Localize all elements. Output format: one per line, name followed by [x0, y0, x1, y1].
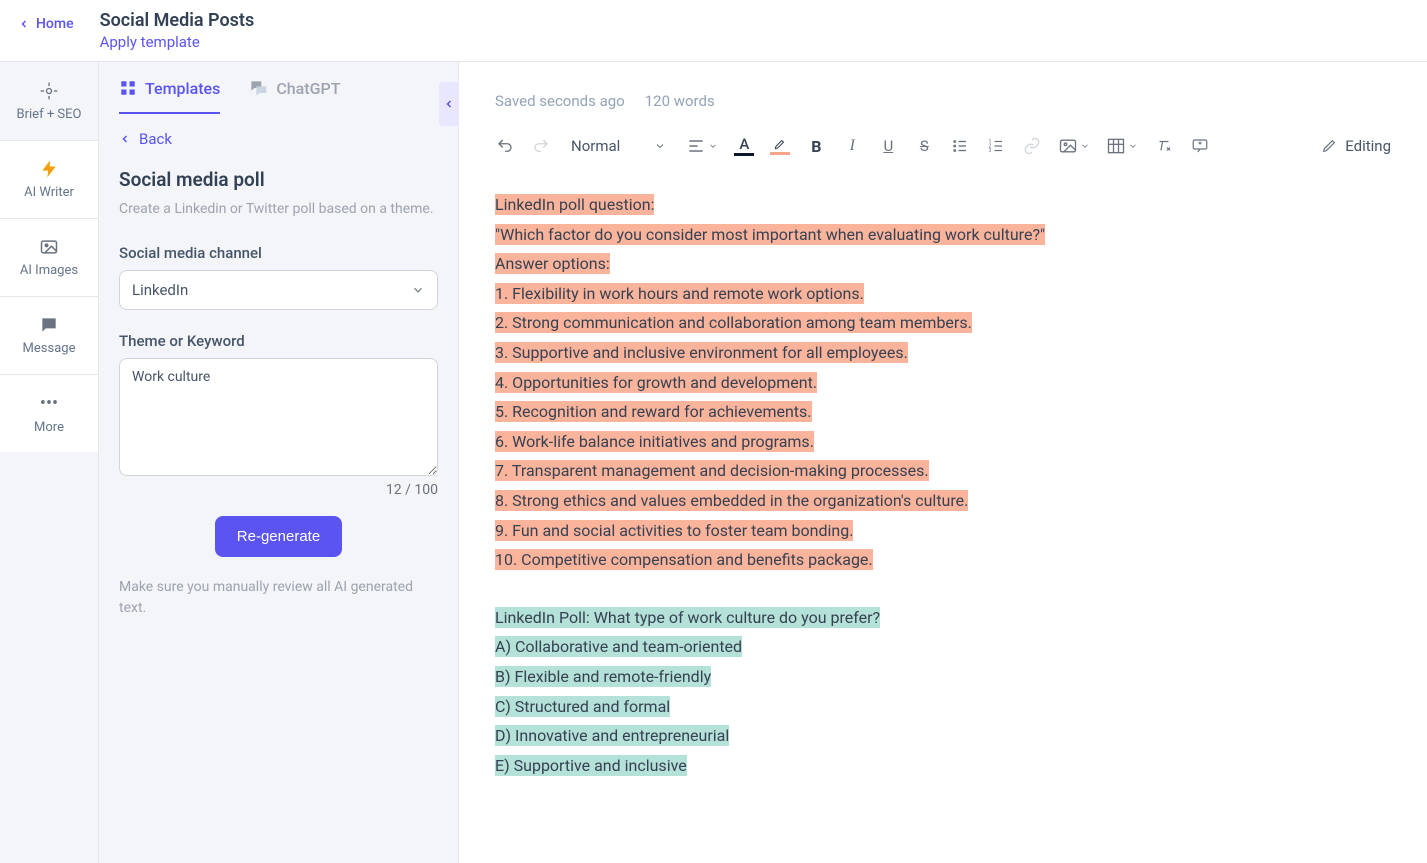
numbered-list-button[interactable]: 123 — [986, 136, 1006, 156]
svg-text:3: 3 — [989, 148, 992, 154]
chevron-down-icon — [1080, 141, 1090, 151]
content-line: Answer options: — [495, 253, 610, 274]
rail-more[interactable]: ••• More — [0, 374, 98, 452]
content-line: E) Supportive and inclusive — [495, 755, 687, 776]
content-line: B) Flexible and remote-friendly — [495, 666, 711, 687]
comment-button[interactable] — [1190, 136, 1210, 156]
rail-brief-seo[interactable]: Brief + SEO — [0, 62, 98, 140]
saved-status: Saved seconds ago — [495, 92, 625, 110]
rail-label: Brief + SEO — [17, 107, 82, 122]
rail-label: Message — [23, 341, 76, 356]
template-description: Create a Linkedin or Twitter poll based … — [119, 199, 438, 220]
sidebar-rail: Brief + SEO AI Writer AI Images Message … — [0, 62, 99, 863]
clear-format-button[interactable] — [1154, 136, 1174, 156]
tab-chatgpt[interactable]: ChatGPT — [248, 78, 340, 114]
text-color-button[interactable]: A — [734, 137, 754, 156]
chat-icon — [39, 315, 59, 335]
bolt-icon — [39, 159, 59, 179]
template-title: Social media poll — [119, 168, 438, 191]
redo-button[interactable] — [531, 136, 551, 156]
chevron-down-icon — [654, 140, 666, 152]
underline-button[interactable]: U — [878, 136, 898, 156]
rail-message[interactable]: Message — [0, 296, 98, 374]
templates-icon — [119, 79, 137, 97]
rail-ai-images[interactable]: AI Images — [0, 218, 98, 296]
content-line: LinkedIn Poll: What type of work culture… — [495, 607, 880, 628]
highlight-color-button[interactable] — [770, 137, 790, 155]
align-button[interactable] — [686, 136, 718, 156]
back-label: Back — [139, 130, 172, 148]
image-icon — [39, 237, 59, 257]
home-label: Home — [36, 16, 74, 32]
link-button[interactable] — [1022, 136, 1042, 156]
content-line: C) Structured and formal — [495, 696, 670, 717]
dots-icon: ••• — [40, 393, 58, 414]
chevron-left-icon — [443, 98, 455, 110]
content-line: 5. Recognition and reward for achievemen… — [495, 401, 812, 422]
content-line: 8. Strong ethics and values embedded in … — [495, 490, 968, 511]
content-line: 9. Fun and social activities to foster t… — [495, 520, 853, 541]
theme-input[interactable] — [119, 358, 438, 476]
rail-label: More — [34, 420, 64, 435]
editor-toolbar: Normal A B I U S 123 — [495, 136, 1391, 156]
content-line: LinkedIn poll question: — [495, 194, 654, 215]
content-line: 10. Competitive compensation and benefit… — [495, 549, 873, 570]
panel-note: Make sure you manually review all AI gen… — [119, 577, 438, 619]
word-count: 120 words — [645, 92, 715, 110]
chat-bubbles-icon — [248, 78, 268, 98]
editing-label-text: Editing — [1345, 137, 1391, 155]
target-icon — [39, 81, 59, 101]
apply-template-link[interactable]: Apply template — [100, 33, 255, 51]
undo-button[interactable] — [495, 136, 515, 156]
pencil-icon — [1321, 138, 1337, 154]
back-button[interactable]: Back — [119, 130, 438, 148]
rail-ai-writer[interactable]: AI Writer — [0, 140, 98, 218]
chevron-down-icon — [708, 141, 718, 151]
content-line: 4. Opportunities for growth and developm… — [495, 372, 817, 393]
format-select[interactable]: Normal — [567, 137, 670, 155]
chevron-down-icon — [1128, 141, 1138, 151]
bold-button[interactable]: B — [806, 136, 826, 156]
channel-value: LinkedIn — [132, 281, 188, 299]
tab-label: Templates — [145, 79, 220, 98]
channel-label: Social media channel — [119, 244, 438, 262]
format-label: Normal — [571, 137, 620, 155]
regenerate-button[interactable]: Re-generate — [215, 516, 342, 557]
rail-label: AI Writer — [24, 185, 74, 200]
content-line: 3. Supportive and inclusive environment … — [495, 342, 908, 363]
content-line: 1. Flexibility in work hours and remote … — [495, 283, 864, 304]
editor-content[interactable]: LinkedIn poll question: "Which factor do… — [495, 190, 1391, 780]
rail-label: AI Images — [20, 263, 78, 278]
template-panel: Templates ChatGPT Back Social media poll… — [99, 62, 459, 863]
char-count: 12 / 100 — [119, 482, 438, 498]
chevron-left-icon — [18, 18, 30, 30]
strike-button[interactable]: S — [914, 136, 934, 156]
tab-templates[interactable]: Templates — [119, 79, 220, 114]
content-line: D) Innovative and entrepreneurial — [495, 725, 729, 746]
content-line: 7. Transparent management and decision-m… — [495, 460, 929, 481]
chevron-down-icon — [411, 283, 425, 297]
page-title: Social Media Posts — [100, 10, 255, 31]
table-insert-button[interactable] — [1106, 136, 1138, 156]
editor-area: Saved seconds ago 120 words Normal A — [459, 62, 1427, 863]
channel-select[interactable]: LinkedIn — [119, 270, 438, 310]
content-line: "Which factor do you consider most impor… — [495, 224, 1045, 245]
bullet-list-button[interactable] — [950, 136, 970, 156]
editing-mode-button[interactable]: Editing — [1321, 137, 1391, 155]
content-line: 2. Strong communication and collaboratio… — [495, 312, 972, 333]
collapse-panel-button[interactable] — [439, 82, 459, 126]
highlighter-icon — [772, 137, 788, 151]
italic-button[interactable]: I — [842, 136, 862, 156]
home-link[interactable]: Home — [10, 10, 82, 38]
text-color-icon: A — [739, 137, 749, 152]
image-insert-button[interactable] — [1058, 136, 1090, 156]
content-line: A) Collaborative and team-oriented — [495, 636, 742, 657]
chevron-left-icon — [119, 133, 131, 145]
tab-label: ChatGPT — [276, 79, 340, 98]
theme-label: Theme or Keyword — [119, 332, 438, 350]
content-line: 6. Work-life balance initiatives and pro… — [495, 431, 814, 452]
